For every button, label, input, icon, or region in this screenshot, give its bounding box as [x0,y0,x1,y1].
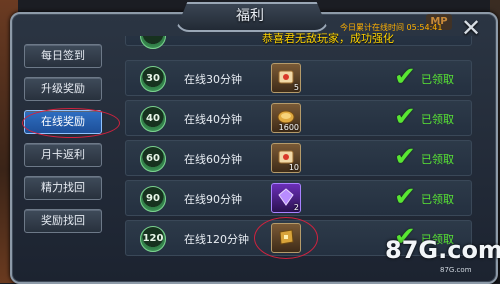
sidebar-item-reward-recovery[interactable]: 奖励找回 [24,209,102,233]
sidebar-item-energy-recovery[interactable]: 精力找回 [24,176,102,200]
reward-row-90: 90 在线90分钟 2 ✔ 已领取 [125,180,472,216]
reward-row-30: 30 在线30分钟 5 ✔ 已领取 [125,60,472,96]
reward-row-label: 在线120分钟 [184,233,249,246]
reward-item-slot[interactable]: 2 [271,183,301,213]
checkmark-icon: ✔ [394,182,416,212]
claimed-status: 已领取 [421,153,454,166]
time-badge: 90 [140,186,166,212]
reward-row-label: 在线40分钟 [184,113,242,126]
claimed-status: 已领取 [421,73,454,86]
reward-row-label: 在线90分钟 [184,193,242,206]
reward-row-label: 在线30分钟 [184,73,242,86]
badge-partial: · [140,36,166,49]
sidebar-item-level-reward[interactable]: 升级奖励 [24,77,102,101]
time-badge: 120 [140,226,166,252]
item-count: 10 [288,163,299,172]
reward-item-slot[interactable]: 10 [271,143,301,173]
reward-item-slot[interactable]: 5 [271,63,301,93]
checkmark-icon: ✔ [394,102,416,132]
site-watermark-sub: 87G.com [440,266,472,274]
reward-row-60: 60 在线60分钟 10 ✔ 已领取 [125,140,472,176]
sidebar-item-daily-signin[interactable]: 每日签到 [24,44,102,68]
sidebar-item-monthly-card[interactable]: 月卡返利 [24,143,102,167]
reward-row-40: 40 在线40分钟 1600 ✔ 已领取 [125,100,472,136]
close-icon[interactable]: ✕ [456,14,486,44]
site-watermark: 87G.com [385,236,500,264]
checkmark-icon: ✔ [394,142,416,172]
system-marquee: 恭喜君无敌玩家，成功强化 [262,32,394,45]
time-badge: 30 [140,66,166,92]
reward-category-sidebar: 每日签到 升级奖励 在线奖励 月卡返利 精力找回 奖励找回 [24,44,104,242]
time-badge: 40 [140,106,166,132]
item-count: 1600 [278,123,299,132]
checkmark-icon: ✔ [394,62,416,92]
reward-item-slot[interactable]: 1600 [271,103,301,133]
window-title: 福利 [236,8,264,24]
highlight-oval-sidebar [22,108,120,138]
time-badge: 60 [140,146,166,172]
reward-row-label: 在线60分钟 [184,153,242,166]
highlight-oval-item [254,217,318,259]
claimed-status: 已领取 [421,193,454,206]
item-count: 5 [293,83,299,92]
item-count: 2 [293,203,299,212]
claimed-status: 已领取 [421,113,454,126]
